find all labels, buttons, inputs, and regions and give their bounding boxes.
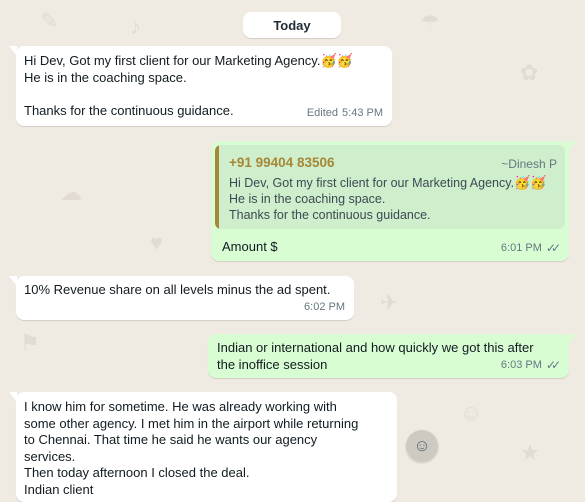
quote-accent-bar [215,145,219,229]
outgoing-message[interactable]: Indian or international and how quickly … [208,334,576,378]
wallpaper-doodle-icon: ☺ [460,400,483,425]
double-check-icon: ✓✓ [545,240,561,255]
edited-label: Edited [306,106,339,119]
wallpaper-doodle-icon: ☂ [420,10,440,35]
quote-sender: +91 99404 83506 [229,155,335,170]
message-line: He is in the coaching space. Thanks for … [24,69,234,118]
wallpaper-doodle-icon: ✈ [380,290,399,315]
message-text: Indian or international and how quickly … [217,340,534,372]
message-time: 6:03 PM [500,358,542,371]
message-time: 6:01 PM [500,241,542,254]
outgoing-message[interactable]: +91 99404 83506 ~Dinesh P Hi Dev, Got my… [211,141,576,261]
wallpaper-doodle-icon: ✎ [40,8,59,33]
message-time: 6:02 PM [304,300,345,313]
emoji-icon: ☺ [413,436,431,455]
wallpaper-doodle-icon: ★ [520,440,540,465]
message-line: Hi Dev, Got my first client for our Mark… [24,53,321,68]
message-text: 10% Revenue share on all levels minus th… [24,282,331,297]
wallpaper-doodle-icon: ⚑ [20,330,40,355]
wallpaper-doodle-icon: ♪ [130,14,141,39]
quote-sender-name: ~Dinesh P [501,157,557,171]
message-meta: 6:02 PM [304,299,345,316]
quote-text: Hi Dev, Got my first client for our Mark… [229,175,546,223]
incoming-message[interactable]: Hi Dev, Got my first client for our Mark… [9,46,392,126]
message-meta: Edited 5:43 PM [307,105,383,122]
party-emoji-icon: 🥳🥳 [320,53,353,68]
quote-line: He is in the coaching space. Thanks for … [229,192,431,222]
emoji-reaction-button[interactable]: ☺ [406,430,438,462]
message-text: Hi Dev, Got my first client for our Mark… [24,53,353,119]
message-meta: 6:01 PM ✓✓ [500,240,561,257]
message-text: Amount $ [222,239,278,254]
party-emoji-icon: 🥳🥳 [514,175,547,190]
wallpaper-doodle-icon: ☁ [60,180,82,205]
message-time: 5:43 PM [342,106,383,119]
date-divider: Today [243,12,341,38]
incoming-message[interactable]: I know him for sometime. He was already … [9,392,397,502]
double-check-icon: ✓✓ [545,357,561,372]
quote-line: Hi Dev, Got my first client for our Mark… [229,176,515,190]
incoming-message[interactable]: 10% Revenue share on all levels minus th… [9,276,354,320]
wallpaper-doodle-icon: ✿ [520,60,539,85]
wallpaper-doodle-icon: ♥ [150,230,164,255]
message-meta: 6:03 PM ✓✓ [500,357,561,374]
message-text: I know him for sometime. He was already … [24,399,359,497]
quoted-message[interactable]: +91 99404 83506 ~Dinesh P Hi Dev, Got my… [215,145,565,229]
